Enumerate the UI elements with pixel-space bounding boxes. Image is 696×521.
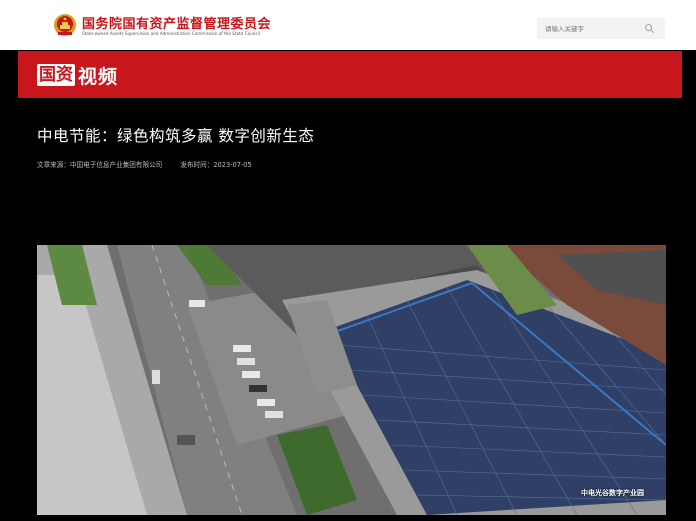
video-player[interactable]: 中电光谷数字产业园	[37, 245, 666, 515]
video-channel-banner: 国资 视频	[18, 51, 682, 98]
search-box	[537, 18, 665, 39]
channel-logo-text: 视频	[78, 65, 119, 88]
org-name[interactable]: 国务院国有资产监督管理委员会	[82, 13, 271, 32]
aerial-photo	[37, 245, 666, 515]
video-caption: 中电光谷数字产业园	[581, 489, 644, 497]
article-date: 发布时间：2023-07-05	[180, 161, 252, 169]
channel-logo-box: 国资	[37, 64, 75, 86]
site-header: 国务院国有资产监督管理委员会 State-owned Assets Superv…	[0, 0, 696, 50]
channel-logo[interactable]: 国资 视频	[37, 62, 118, 88]
search-icon[interactable]	[644, 23, 655, 34]
national-emblem-icon[interactable]	[53, 13, 77, 37]
search-input[interactable]	[537, 18, 645, 39]
article-meta: 文章来源：中国电子信息产业集团有限公司 发布时间：2023-07-05	[37, 159, 268, 169]
article-source: 文章来源：中国电子信息产业集团有限公司	[37, 161, 163, 169]
article-title: 中电节能：绿色构筑多赢 数字创新生态	[37, 127, 315, 145]
org-name-en: State-owned Assets Supervision and Admin…	[82, 31, 261, 36]
